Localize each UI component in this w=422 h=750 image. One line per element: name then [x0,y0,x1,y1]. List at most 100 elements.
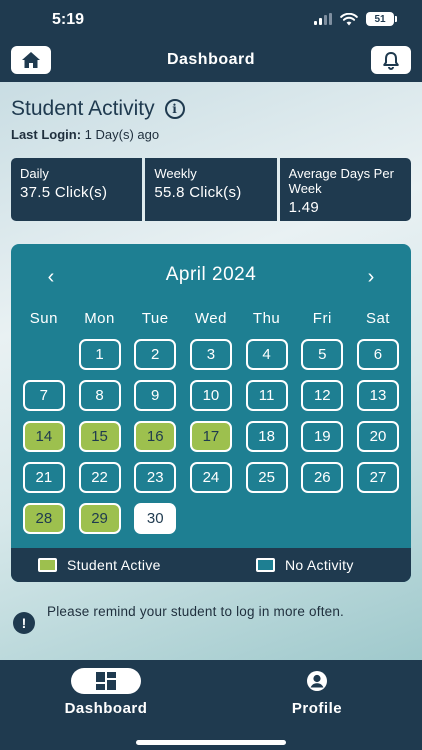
calendar-day[interactable]: 30 [134,503,177,534]
calendar-cell: 26 [294,462,350,503]
bottom-nav: Dashboard Profile [0,660,422,750]
calendar-day[interactable]: 16 [134,421,177,452]
last-login-label: Last Login: [11,127,82,142]
calendar-cell: 28 [16,503,72,544]
status-icons: 51 [314,12,397,26]
stat-value: 55.8 Click(s) [154,184,242,201]
calendar-day[interactable]: 8 [78,380,121,411]
calendar-day[interactable]: 18 [245,421,288,452]
calendar-day[interactable]: 6 [356,339,399,370]
calendar-cell: 29 [72,503,128,544]
calendar-day[interactable]: 7 [22,380,65,411]
nav-profile-icon-wrap [306,668,328,694]
main-content: Student Activity i Last Login: 1 Day(s) … [0,82,422,660]
calendar-day[interactable]: 14 [22,421,65,452]
calendar-week: 14 15 16 17 18 19 20 [16,421,406,462]
calendar-cell: 25 [239,462,295,503]
calendar-cell: 17 [183,421,239,462]
wifi-icon [340,12,358,25]
weekday-row: Sun Mon Tue Wed Thu Fri Sat [16,310,406,327]
weekday-label: Sat [365,310,390,327]
calendar-day[interactable]: 1 [78,339,121,370]
calendar-day[interactable]: 26 [301,462,344,493]
stat-card-daily: Daily 37.5 Click(s) [11,158,143,221]
calendar-day[interactable]: 24 [189,462,232,493]
weekday-label: Fri [312,310,332,327]
info-icon[interactable]: i [164,99,185,119]
calendar-day[interactable]: 23 [134,462,177,493]
reminder-text: Please remind your student to log in mor… [47,604,345,619]
next-month-button[interactable]: › [359,264,383,290]
calendar-cell: 8 [72,380,128,421]
activity-calendar: ‹ April 2024 › Sun Mon Tue Wed Thu Fri Sat 123… [11,244,411,582]
calendar-week: 21 22 23 24 25 26 27 [16,462,406,503]
calendar-cell: 7 [16,380,72,421]
status-bar: 5:19 51 [0,0,422,40]
calendar-month: April 2024 [165,264,257,285]
calendar-day[interactable]: 17 [189,421,232,452]
calendar-cell [350,503,406,544]
calendar-day[interactable]: 13 [356,380,399,411]
weekday-label: Tue [141,310,169,327]
calendar-day[interactable]: 5 [301,339,344,370]
calendar-cell: 23 [127,462,183,503]
calendar-cell: 30 [127,503,183,544]
notifications-button[interactable] [371,46,411,74]
calendar-grid: 1 2 3 4 5 6 7 8 9 10 11 12 13 14 15 16 17 18 19 20 21 22 23 24 2… [16,339,406,544]
calendar-cell: 10 [183,380,239,421]
weekday-label: Sun [29,310,58,327]
calendar-cell: 6 [350,339,406,380]
stat-value: 37.5 Click(s) [20,184,108,201]
signal-icon [314,13,332,25]
grid-icon [96,672,116,690]
calendar-day[interactable]: 28 [22,503,65,534]
nav-profile-label: Profile [291,700,343,717]
calendar-day[interactable]: 10 [189,380,232,411]
calendar-cell: 27 [350,462,406,503]
bell-icon [383,51,399,70]
legend-active-label: Student Active [67,557,161,573]
legend-none: No Activity [256,557,354,573]
user-icon [307,671,327,691]
calendar-day[interactable]: 15 [78,421,121,452]
nav-profile[interactable]: Profile [247,668,387,717]
calendar-cell: 12 [294,380,350,421]
calendar-day[interactable]: 3 [189,339,232,370]
home-indicator [136,740,286,745]
nav-dashboard[interactable]: Dashboard [36,668,176,717]
calendar-day[interactable]: 4 [245,339,288,370]
calendar-cell: 5 [294,339,350,380]
calendar-day[interactable]: 20 [356,421,399,452]
calendar-cell: 16 [127,421,183,462]
calendar-day[interactable]: 11 [245,380,288,411]
reminder: ! Please remind your student to log in m… [13,604,408,634]
weekday-label: Wed [194,310,227,327]
calendar-header: ‹ April 2024 › [11,264,411,290]
legend-active: Student Active [38,557,161,573]
calendar-day[interactable]: 22 [78,462,121,493]
calendar-day[interactable]: 25 [245,462,288,493]
calendar-day[interactable]: 2 [134,339,177,370]
calendar-cell [183,503,239,544]
calendar-day[interactable]: 9 [134,380,177,411]
stat-card-weekly: Weekly 55.8 Click(s) [145,158,277,221]
calendar-day[interactable]: 19 [301,421,344,452]
calendar-day[interactable]: 21 [22,462,65,493]
calendar-day[interactable]: 27 [356,462,399,493]
calendar-cell [294,503,350,544]
calendar-cell: 4 [239,339,295,380]
calendar-cell: 15 [72,421,128,462]
calendar-day[interactable]: 12 [301,380,344,411]
stat-card-average: Average Days Per Week 1.49 [279,158,411,221]
page-title: Dashboard [166,51,256,68]
exclamation-icon: ! [13,612,35,634]
calendar-cell: 18 [239,421,295,462]
calendar-day[interactable]: 29 [78,503,121,534]
calendar-cell: 3 [183,339,239,380]
calendar-legend: Student Active No Activity [11,548,411,582]
calendar-cell: 21 [16,462,72,503]
calendar-cell: 13 [350,380,406,421]
calendar-week: 7 8 9 10 11 12 13 [16,380,406,421]
stats-row: Daily 37.5 Click(s) Weekly 55.8 Click(s)… [11,158,411,221]
last-login: Last Login: 1 Day(s) ago [11,127,159,142]
